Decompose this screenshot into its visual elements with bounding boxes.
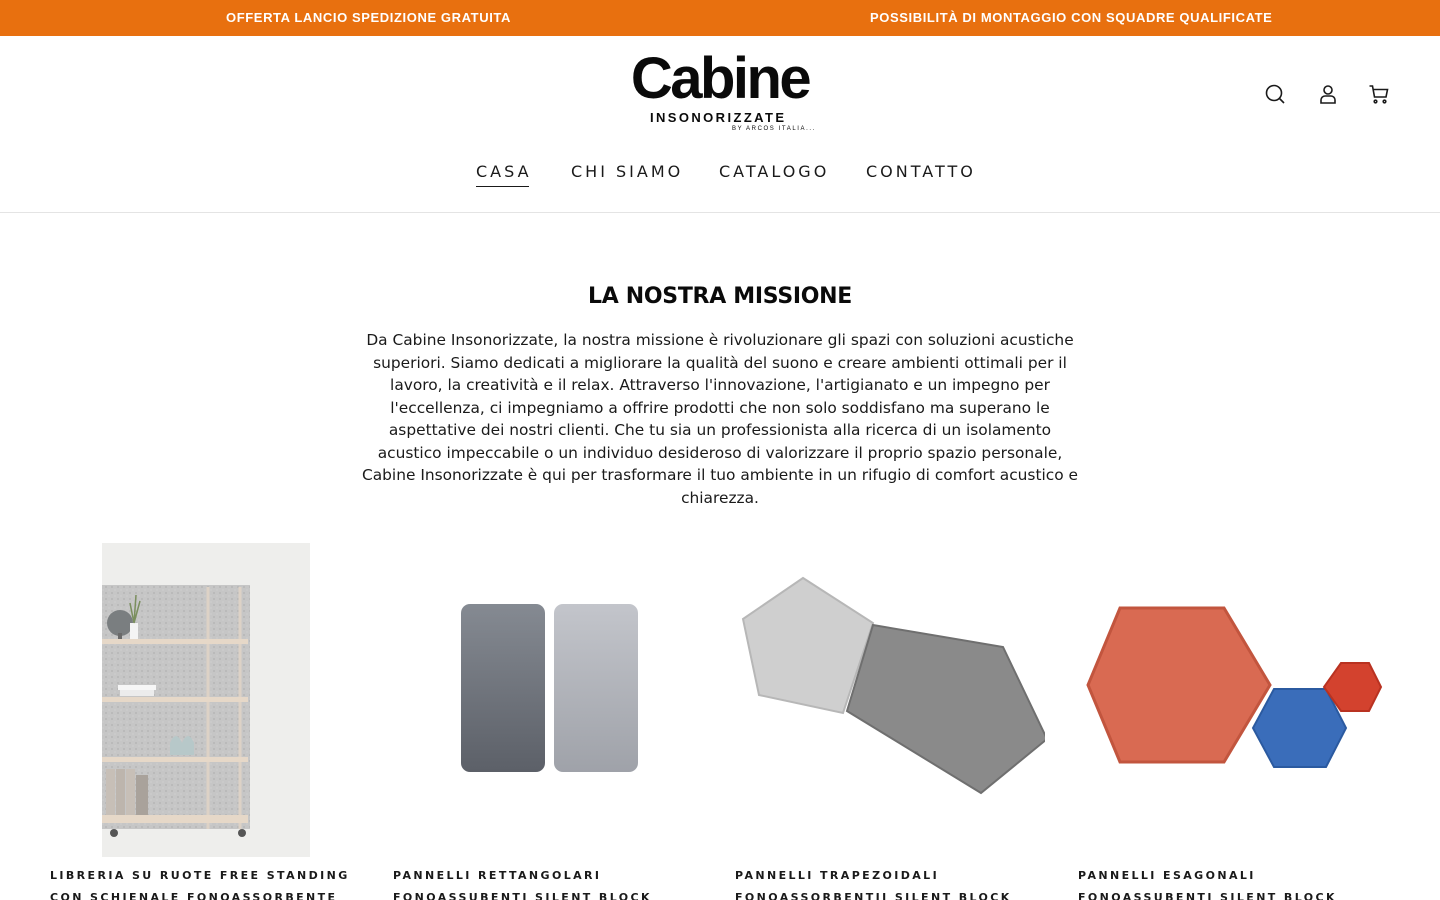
- announcement-bar: OFFERTA LANCIO SPEDIZIONE GRATUITA POSSI…: [0, 0, 1440, 36]
- main-navigation: CASA CHI SIAMO CATALOGO CONTATTO: [0, 162, 1440, 192]
- product-title[interactable]: LIBRERIA SU RUOTE FREE STANDING CON SCHI…: [50, 865, 360, 900]
- product-title[interactable]: PANNELLI RETTANGOLARI FONOASSUBENTI SILE…: [393, 865, 703, 900]
- nav-item-chi-siamo[interactable]: CHI SIAMO: [571, 162, 683, 181]
- product-card[interactable]: LIBRERIA SU RUOTE FREE STANDING CON SCHI…: [50, 543, 360, 900]
- mission-title: LA NOSTRA MISSIONE: [587, 284, 852, 309]
- site-logo[interactable]: Cabine INSONORIZZATE BY ARCOS ITALIA...: [612, 50, 828, 140]
- logo-wordmark: Cabine: [630, 46, 812, 111]
- logo-subtitle: INSONORIZZATE: [650, 110, 787, 125]
- product-image-rectangular-panels[interactable]: [393, 543, 703, 857]
- search-icon[interactable]: [1263, 82, 1287, 106]
- mission-text: Da Cabine Insonorizzate, la nostra missi…: [361, 331, 1078, 507]
- product-card[interactable]: PANNELLI RETTANGOLARI FONOASSUBENTI SILE…: [393, 543, 703, 900]
- product-image-trapezoidal-panels[interactable]: [735, 543, 1045, 857]
- product-card[interactable]: PANNELLI ESAGONALI FONOASSUBENTI SILENT …: [1078, 543, 1388, 900]
- product-title[interactable]: PANNELLI ESAGONALI FONOASSUBENTI SILENT …: [1078, 865, 1388, 900]
- product-card[interactable]: PANNELLI TRAPEZOIDALI FONOASSORBENTII SI…: [735, 543, 1045, 900]
- product-image-hexagonal-panels[interactable]: [1078, 543, 1388, 857]
- cart-icon[interactable]: [1367, 82, 1391, 106]
- product-title[interactable]: PANNELLI TRAPEZOIDALI FONOASSORBENTII SI…: [735, 865, 1045, 900]
- product-image-bookshelf[interactable]: [50, 543, 360, 857]
- announcement-assembly: POSSIBILITÀ DI MONTAGGIO CON SQUADRE QUA…: [870, 10, 1273, 25]
- nav-item-contatto[interactable]: CONTATTO: [866, 162, 976, 181]
- account-icon[interactable]: [1316, 82, 1340, 106]
- site-header: Cabine INSONORIZZATE BY ARCOS ITALIA... …: [0, 36, 1440, 213]
- nav-item-casa[interactable]: CASA: [476, 162, 532, 187]
- nav-item-catalogo[interactable]: CATALOGO: [719, 162, 829, 181]
- announcement-free-shipping: OFFERTA LANCIO SPEDIZIONE GRATUITA: [226, 10, 511, 25]
- logo-byline: BY ARCOS ITALIA...: [732, 126, 816, 132]
